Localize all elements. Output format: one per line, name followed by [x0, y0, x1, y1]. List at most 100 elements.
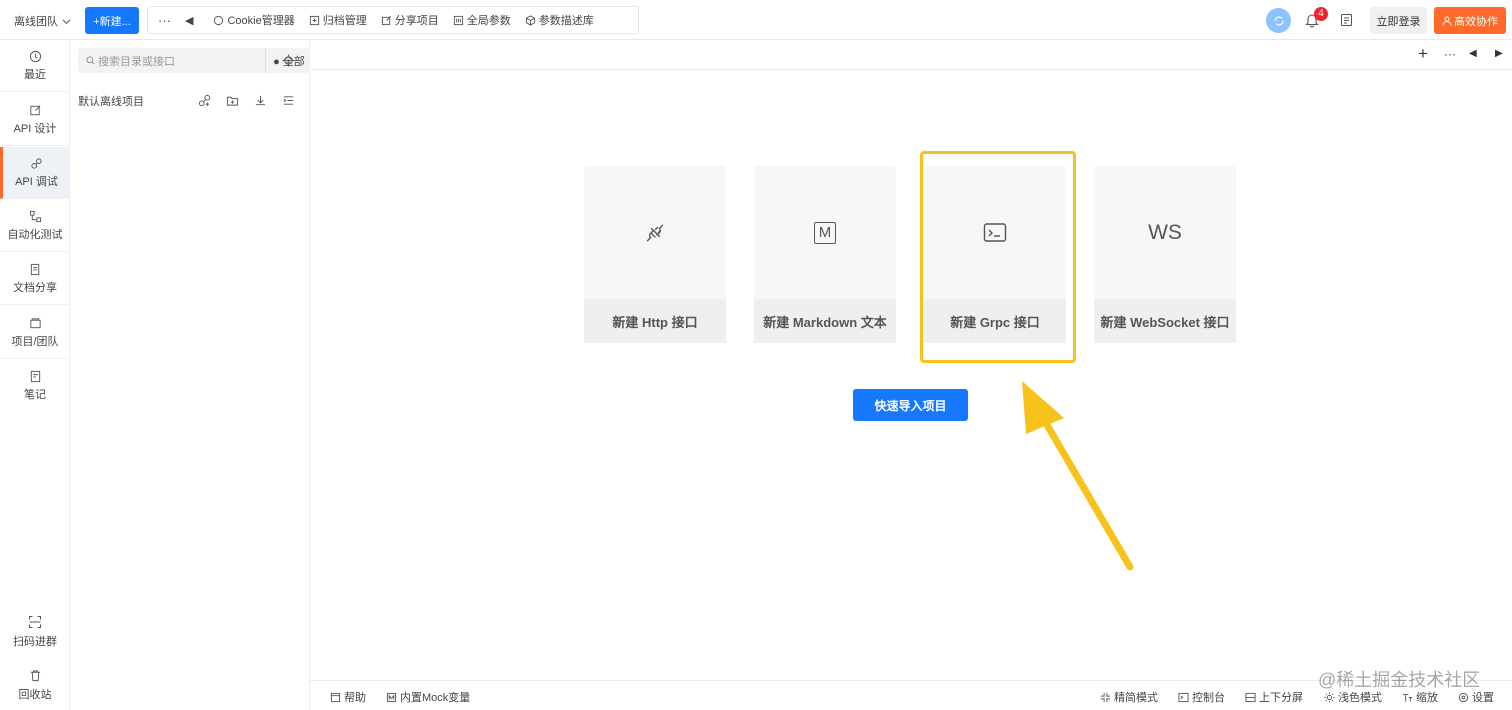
simple-mode-button[interactable]: 精简模式 — [1100, 689, 1158, 705]
sync-avatar[interactable] — [1266, 8, 1291, 33]
notification-badge: 4 — [1314, 7, 1328, 21]
trash-icon — [30, 670, 40, 682]
help-button[interactable]: 帮助 — [330, 689, 366, 705]
sidebar-item-label: 项目/团队 — [11, 335, 59, 348]
collab-button[interactable]: 高效协作 — [1434, 7, 1506, 34]
share-project-button[interactable]: 分享项目 — [381, 12, 439, 28]
archive-button[interactable]: 归档管理 — [309, 12, 367, 28]
watermark: @稀土掘金技术社区 — [1318, 670, 1481, 690]
split-icon — [1245, 692, 1256, 702]
sidebar-item-label: API 调试 — [15, 175, 58, 188]
new-interface-icon[interactable] — [198, 94, 211, 107]
console-icon — [1178, 692, 1189, 702]
team-name: 离线团队 — [14, 16, 58, 28]
simple-mode-label: 精简模式 — [1114, 692, 1158, 704]
share-project-label: 分享项目 — [394, 15, 439, 27]
add-tab-button[interactable]: + — [1418, 44, 1428, 64]
clock-icon — [29, 50, 41, 62]
flow-icon — [29, 210, 41, 222]
import-icon[interactable] — [254, 94, 267, 107]
project-title: 默认离线项目 — [78, 96, 144, 108]
project-actions — [198, 94, 295, 107]
new-http-card[interactable]: 新建 Http 接口 — [584, 166, 726, 343]
global-params-button[interactable]: 全局参数 — [453, 12, 511, 28]
param-library-button[interactable]: 参数描述库 — [525, 12, 594, 28]
sidebar-item-label: 笔记 — [24, 389, 46, 401]
archive-label: 归档管理 — [322, 15, 367, 27]
main-content: + ··· ◀ ▶ 新建 Http 接口 M 新建 Markdown 文本 新建… — [310, 40, 1512, 680]
param-library-label: 参数描述库 — [538, 15, 594, 27]
share-icon — [381, 15, 391, 25]
help-icon — [330, 692, 341, 702]
doc-icon — [30, 263, 39, 275]
edit-icon — [29, 105, 40, 115]
new-markdown-card[interactable]: M 新建 Markdown 文本 — [754, 166, 896, 343]
tab-prev-button[interactable]: ◀ — [1469, 48, 1477, 59]
font-size-icon — [1402, 693, 1413, 702]
collab-label: 高效协作 — [1454, 15, 1498, 28]
split-view-button[interactable]: 上下分屏 — [1245, 689, 1303, 705]
back-button[interactable]: ◀ — [185, 14, 193, 27]
user-icon — [1442, 16, 1452, 26]
sidebar-item-project-team[interactable]: 项目/团队 — [0, 307, 70, 359]
api-tree-panel: 搜索目录或接口 ● 全部 默认离线项目 — [70, 40, 335, 710]
sun-icon — [1324, 691, 1335, 703]
grpc-highlight-box — [920, 151, 1076, 363]
cube-icon — [525, 14, 535, 26]
new-websocket-card[interactable]: WS 新建 WebSocket 接口 — [1094, 166, 1236, 343]
help-label: 帮助 — [344, 692, 366, 704]
tab-bar: + ··· ◀ ▶ — [310, 40, 1512, 70]
global-params-label: 全局参数 — [466, 15, 511, 27]
tab-next-button[interactable]: ▶ — [1495, 48, 1503, 59]
card-label: 新建 Markdown 文本 — [754, 299, 896, 343]
sidebar-item-recent[interactable]: 最近 — [0, 40, 70, 92]
notes-icon[interactable] — [1340, 13, 1353, 27]
search-input[interactable]: 搜索目录或接口 — [78, 48, 265, 73]
markdown-glyph: M — [814, 221, 836, 244]
note-icon — [30, 370, 40, 383]
console-button[interactable]: 控制台 — [1178, 689, 1225, 705]
websocket-icon: WS — [1094, 166, 1236, 299]
sidebar-item-doc-share[interactable]: 文档分享 — [0, 253, 70, 305]
scan-group-label: 扫码进群 — [13, 636, 57, 648]
sidebar-item-notes[interactable]: 笔记 — [0, 360, 70, 412]
more-menu-button[interactable]: ··· — [158, 13, 171, 28]
trash-button[interactable]: 回收站 — [0, 669, 70, 702]
scan-group-button[interactable]: 扫码进群 — [0, 615, 70, 649]
quick-import-button[interactable]: 快速导入项目 — [853, 389, 968, 421]
mock-icon — [386, 692, 397, 702]
sidebar-item-label: 自动化测试 — [7, 228, 63, 241]
sync-icon — [1273, 15, 1284, 26]
sidebar-item-api-design[interactable]: API 设计 — [0, 94, 70, 146]
tab-more-button[interactable]: ··· — [1444, 47, 1456, 61]
console-label: 控制台 — [1192, 692, 1225, 704]
link-icon — [31, 157, 42, 169]
search-placeholder: 搜索目录或接口 — [98, 55, 175, 68]
sidebar-item-automation[interactable]: 自动化测试 — [0, 200, 70, 252]
mock-vars-button[interactable]: 内置Mock变量 — [386, 689, 470, 705]
annotation-arrow-icon — [1022, 381, 1134, 571]
collapse-list-icon[interactable] — [282, 94, 295, 107]
toolbar: ··· ◀ Cookie管理器 归档管理 分享项目 全局参数 参数描述库 — [147, 6, 639, 34]
left-nav: 最近 API 设计 API 调试 自动化测试 文档分享 项目/团队 笔记 扫码进… — [0, 40, 70, 710]
cookie-manager-button[interactable]: Cookie管理器 — [213, 12, 295, 28]
team-selector[interactable]: 离线团队 — [14, 13, 71, 29]
login-button[interactable]: 立即登录 — [1370, 7, 1427, 34]
folder-icon — [29, 317, 41, 328]
gear-icon — [1458, 692, 1469, 702]
mock-vars-label: 内置Mock变量 — [400, 692, 471, 704]
top-bar: 离线团队 +新建... ··· ◀ Cookie管理器 归档管理 分享项目 全局… — [0, 0, 1512, 40]
websocket-glyph: WS — [1148, 220, 1182, 244]
archive-icon — [309, 15, 319, 25]
card-label: 新建 Http 接口 — [584, 299, 726, 343]
card-label: 新建 WebSocket 接口 — [1094, 299, 1236, 343]
split-view-label: 上下分屏 — [1259, 692, 1303, 704]
new-folder-icon[interactable] — [226, 94, 239, 107]
cookie-icon — [214, 15, 224, 25]
shrink-icon — [1100, 692, 1111, 702]
sidebar-item-api-debug[interactable]: API 调试 — [0, 147, 70, 199]
new-button[interactable]: +新建... — [85, 7, 139, 34]
qr-scan-icon — [29, 616, 41, 628]
chevron-down-icon — [62, 18, 71, 24]
locate-icon[interactable] — [282, 54, 295, 67]
